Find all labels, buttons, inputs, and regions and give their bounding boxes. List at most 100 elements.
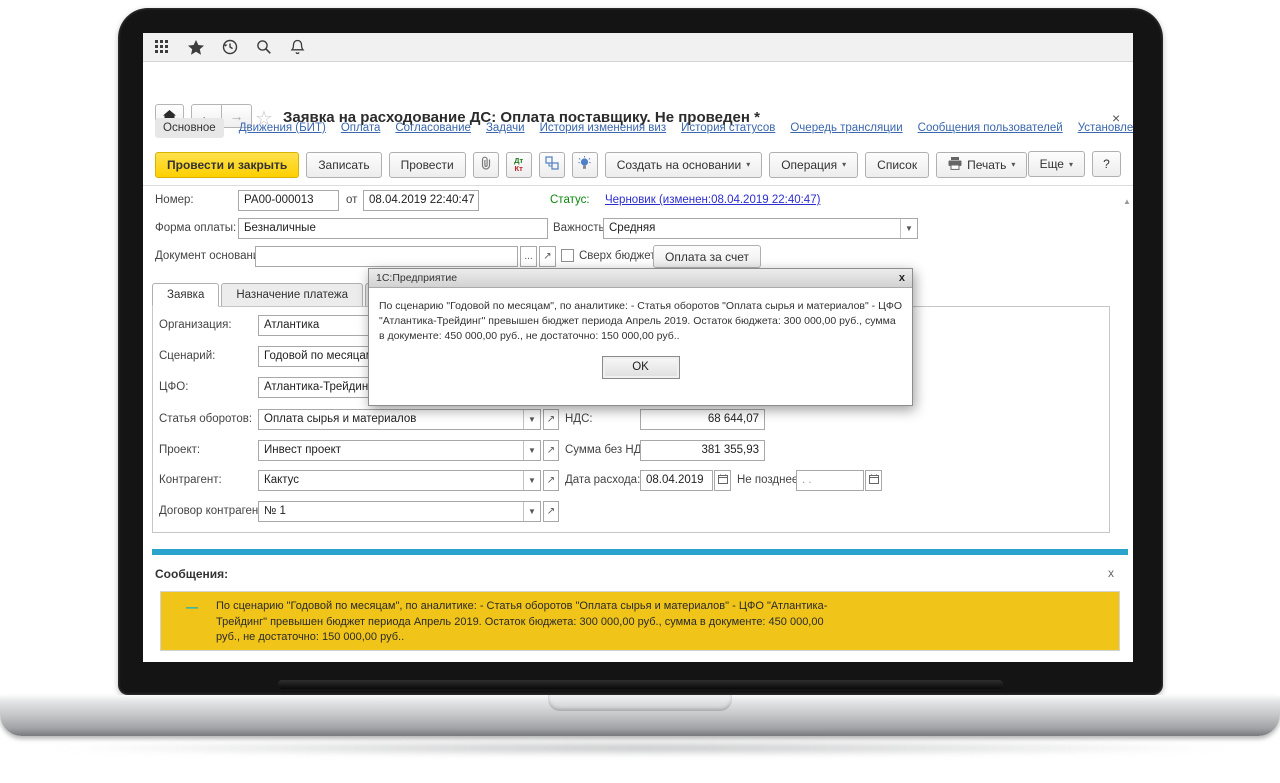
message-marker: — [186, 600, 198, 614]
open-link-icon: ↗ [547, 506, 555, 517]
chevron-down-icon[interactable]: ▼ [900, 219, 917, 238]
more-button[interactable]: Еще ▾ [1028, 151, 1085, 177]
chevron-down-icon[interactable]: ▼ [523, 502, 540, 521]
turnover-item-label: Статья оборотов: [159, 413, 252, 425]
chevron-down-icon: ▾ [1011, 160, 1015, 169]
pay-from-button[interactable]: Оплата за счет [653, 245, 761, 268]
messages-close-icon[interactable]: x [1108, 566, 1114, 580]
tab-zayavka[interactable]: Заявка [152, 283, 219, 307]
laptop-hinge [278, 680, 1003, 689]
chevron-down-icon[interactable]: ▼ [523, 410, 540, 429]
number-label: Номер: [155, 194, 194, 206]
attachments-button[interactable] [473, 152, 499, 178]
dialog-close-icon[interactable]: x [899, 272, 905, 284]
calendar-icon [869, 474, 879, 487]
chevron-down-icon: ▾ [842, 160, 846, 169]
dialog-titlebar[interactable]: 1С:Предприятие x [369, 269, 912, 288]
tab-ochered-translyacii[interactable]: Очередь трансляции [790, 122, 902, 134]
expense-date-calendar-button[interactable] [714, 470, 731, 491]
command-bar-right: Еще ▾ ? [1028, 151, 1121, 177]
tab-oplata[interactable]: Оплата [341, 122, 381, 134]
counterparty-label: Контрагент: [159, 474, 222, 486]
tab-zadachi[interactable]: Задачи [486, 122, 525, 134]
expense-date-input[interactable]: 08.04.2019 [640, 470, 713, 491]
help-button[interactable]: ? [1092, 151, 1121, 177]
base-doc-input[interactable] [255, 246, 518, 267]
contract-open-button[interactable]: ↗ [543, 501, 559, 522]
post-and-close-button[interactable]: Провести и закрыть [155, 152, 299, 178]
chevron-down-icon[interactable]: ▼ [523, 471, 540, 490]
printer-icon [948, 157, 962, 173]
document-titlebar: ← → ☆ Заявка на расходование ДС: Оплата … [143, 62, 1133, 110]
notifications-bell-icon[interactable] [290, 39, 305, 55]
payment-form-label: Форма оплаты: [155, 222, 236, 234]
counterparty-open-button[interactable]: ↗ [543, 470, 559, 491]
scroll-up-icon[interactable]: ▲ [1123, 197, 1131, 206]
print-button[interactable]: Печать ▾ [936, 152, 1027, 178]
dt-kt-postings-button[interactable]: Дт Кт [506, 152, 532, 178]
contract-input[interactable]: № 1 ▼ [258, 501, 541, 522]
dialog-body: По сценарию "Годовой по месяцам", по ана… [369, 288, 912, 379]
project-open-button[interactable]: ↗ [543, 440, 559, 461]
base-doc-choose-button[interactable]: ... [520, 246, 537, 267]
search-icon[interactable] [256, 39, 272, 55]
tab-soglasovanie[interactable]: Согласование [395, 122, 471, 134]
tab-naznachenie-platezha[interactable]: Назначение платежа [221, 283, 363, 307]
counterparty-input[interactable]: Кактус ▼ [258, 470, 541, 491]
post-button[interactable]: Провести [389, 152, 466, 178]
not-later-input[interactable]: . . [796, 470, 864, 491]
chevron-down-icon[interactable]: ▼ [523, 441, 540, 460]
favorites-star-icon[interactable] [188, 40, 204, 55]
base-doc-label: Документ основание: [155, 250, 269, 262]
paperclip-icon [480, 156, 492, 173]
over-budget-checkbox[interactable] [561, 249, 574, 262]
history-clock-icon[interactable] [222, 39, 238, 55]
expense-date-label: Дата расхода: [565, 474, 640, 486]
vat-input[interactable]: 68 644,07 [640, 409, 765, 430]
importance-label: Важность: [553, 222, 608, 234]
tab-dvizheniya-bit[interactable]: Движения (БИТ) [239, 122, 326, 134]
create-based-on-button[interactable]: Создать на основании ▾ [605, 152, 763, 178]
vat-label: НДС: [565, 413, 593, 425]
base-doc-open-button[interactable]: ↗ [539, 246, 556, 267]
tab-istoriya-statusov[interactable]: История статусов [681, 122, 775, 134]
number-input[interactable]: РА00-000013 [238, 190, 339, 211]
tab-soobshcheniya-polzovatelei[interactable]: Сообщения пользователей [918, 122, 1063, 134]
turnover-item-open-button[interactable]: ↗ [543, 409, 559, 430]
kt-label: Кт [515, 165, 523, 173]
apps-menu-icon[interactable] [155, 40, 170, 55]
write-button[interactable]: Записать [306, 152, 381, 178]
list-button[interactable]: Список [865, 152, 929, 178]
payment-form-input[interactable]: Безналичные [238, 218, 548, 239]
messages-header: Сообщения: [155, 567, 228, 581]
laptop-reflection [40, 740, 1240, 756]
messages-splitter[interactable] [152, 549, 1128, 555]
not-later-calendar-button[interactable] [865, 470, 882, 491]
open-link-icon: ↗ [547, 414, 555, 425]
lightbulb-icon [578, 156, 591, 174]
warning-dialog: 1С:Предприятие x По сценарию "Годовой по… [368, 268, 913, 406]
project-input[interactable]: Инвест проект ▼ [258, 440, 541, 461]
datetime-input[interactable]: 08.04.2019 22:40:47 [363, 190, 479, 211]
chevron-down-icon: ▾ [1069, 160, 1073, 169]
sum-wo-vat-input[interactable]: 381 355,93 [640, 440, 765, 461]
dialog-title: 1С:Предприятие [376, 272, 457, 284]
turnover-item-input[interactable]: Оплата сырья и материалов ▼ [258, 409, 541, 430]
project-label: Проект: [159, 444, 200, 456]
hints-button[interactable] [572, 152, 598, 178]
status-link[interactable]: Черновик (изменен:08.04.2019 22:40:47) [605, 194, 820, 206]
app-window: ← → ☆ Заявка на расходование ДС: Оплата … [143, 33, 1133, 662]
status-label: Статус: [550, 194, 590, 206]
contract-label: Договор контрагента: [159, 505, 273, 517]
tab-ustanovlennye-vizy[interactable]: Установленные визы [1078, 122, 1133, 134]
operation-button[interactable]: Операция ▾ [769, 152, 858, 178]
tab-istoriya-izmeneniya-viz[interactable]: История изменения виз [540, 122, 667, 134]
not-later-label: Не позднее: [737, 474, 801, 486]
laptop-lid-notch [548, 695, 732, 711]
document-structure-button[interactable] [539, 152, 565, 178]
tab-osnovnoe[interactable]: Основное [155, 118, 224, 138]
message-item[interactable]: — По сценарию "Годовой по месяцам", по а… [160, 591, 1120, 651]
importance-select[interactable]: Средняя ▼ [603, 218, 918, 239]
ok-button[interactable]: OK [602, 356, 680, 379]
organization-label: Организация: [159, 319, 232, 331]
